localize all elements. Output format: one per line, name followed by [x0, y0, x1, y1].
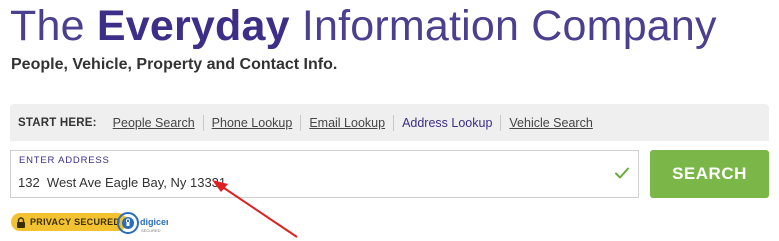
- headline-suffix: Information Company: [289, 2, 717, 50]
- tagline: People, Vehicle, Property and Contact In…: [11, 56, 338, 73]
- privacy-secured-label: PRIVACY SECURED: [30, 217, 121, 227]
- check-icon: [615, 167, 629, 179]
- tab-phone-lookup[interactable]: Phone Lookup: [202, 114, 301, 131]
- digicert-logo-icon: digicert SECURED: [117, 212, 173, 234]
- headline-bold: Everyday: [96, 2, 290, 50]
- tab-people-search[interactable]: People Search: [105, 115, 203, 131]
- address-field-label: ENTER ADDRESS: [19, 155, 110, 166]
- address-field-container[interactable]: ENTER ADDRESS: [10, 150, 639, 198]
- headline-prefix: The: [10, 2, 97, 50]
- digicert-text: digicert: [140, 217, 168, 227]
- tab-address-lookup[interactable]: Address Lookup: [393, 114, 500, 131]
- address-input[interactable]: [18, 171, 578, 193]
- search-tabs-bar: START HERE: People Search Phone Lookup E…: [10, 104, 769, 141]
- start-here-label: START HERE:: [18, 116, 97, 129]
- search-button[interactable]: SEARCH: [650, 150, 769, 198]
- headline: The Everyday Information Company: [10, 0, 717, 52]
- digicert-sub-text: SECURED: [141, 228, 161, 233]
- lock-icon: [17, 216, 25, 228]
- tab-email-lookup[interactable]: Email Lookup: [300, 114, 393, 131]
- privacy-secured-badge: PRIVACY SECURED: [11, 213, 128, 231]
- tab-vehicle-search[interactable]: Vehicle Search: [500, 114, 600, 131]
- digicert-seal: digicert SECURED: [116, 210, 173, 236]
